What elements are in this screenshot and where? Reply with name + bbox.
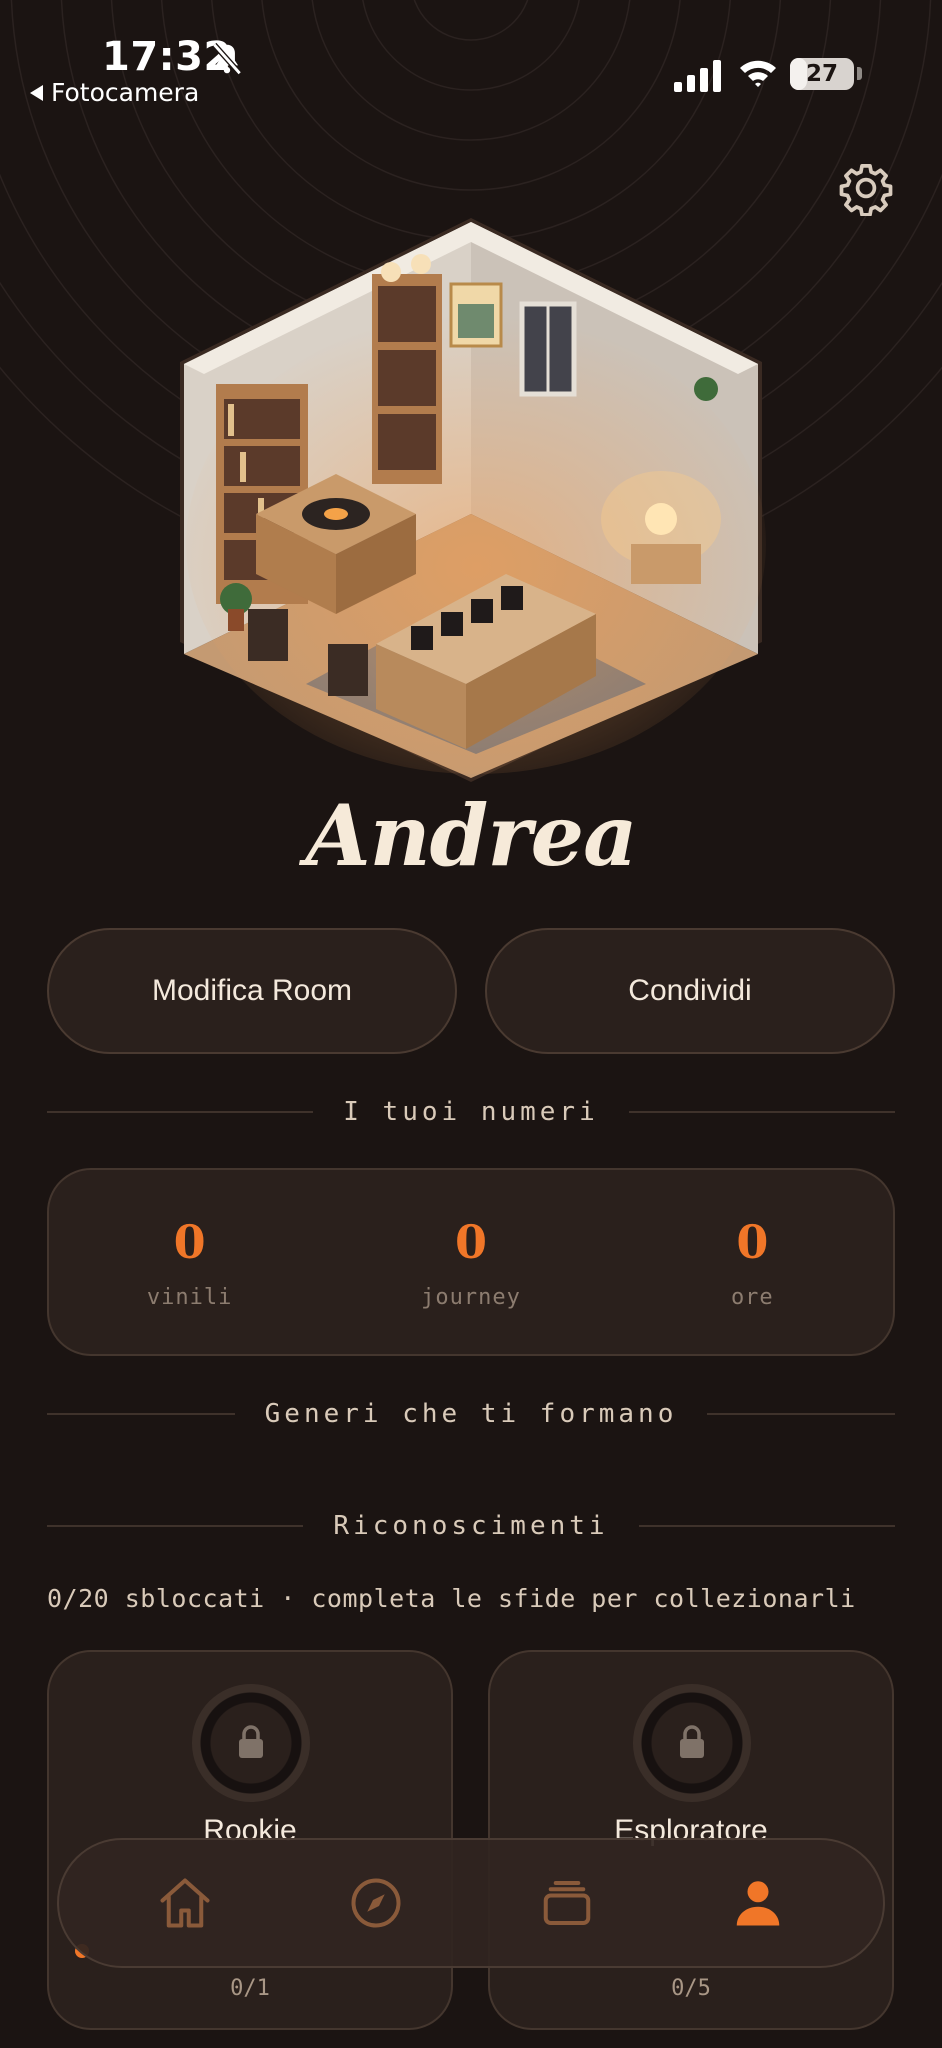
stat-hours: 0 ore	[612, 1170, 893, 1354]
genres-section-header: Generi che ti formano	[47, 1394, 896, 1434]
divider	[707, 1413, 896, 1415]
cellular-signal-icon	[674, 60, 721, 92]
edit-room-label: Modifica Room	[151, 974, 353, 1007]
bottom-navigation	[57, 1838, 885, 1968]
profile-name: Andrea	[305, 786, 637, 885]
vinyl-room-illustration[interactable]	[176, 214, 766, 784]
back-link-label: Fotocamera	[51, 78, 200, 107]
stat-value: 0	[454, 1214, 487, 1269]
badge-medal	[192, 1684, 310, 1802]
badge-progress: 0/1	[230, 1976, 270, 2001]
stat-journey: 0 journey	[330, 1170, 611, 1354]
nav-collection[interactable]	[527, 1863, 607, 1943]
share-label: Condividi	[628, 974, 752, 1007]
stats-card: 0 vinili 0 journey 0 ore	[47, 1168, 895, 1356]
stat-label: vinili	[146, 1284, 233, 1310]
divider	[47, 1525, 304, 1527]
compass-icon	[351, 1878, 400, 1928]
battery-level: 27	[805, 61, 838, 87]
stat-label: journey	[421, 1284, 521, 1310]
section-title: Riconoscimenti	[333, 1511, 609, 1541]
back-arrow-icon	[30, 84, 43, 101]
battery-fill	[790, 58, 808, 90]
lock-icon	[680, 1725, 704, 1758]
back-to-camera-link[interactable]: Fotocamera	[30, 78, 199, 107]
wifi-icon	[740, 60, 776, 87]
badges-section-header: Riconoscimenti	[47, 1506, 895, 1546]
profile-icon	[736, 1881, 779, 1926]
status-bar: 17:32 Fotocamera 27	[0, 0, 942, 120]
stat-label: ore	[730, 1284, 774, 1310]
section-title: Generi che ti formano	[264, 1399, 678, 1429]
badge-progress: 0/5	[671, 1976, 711, 2001]
bell-muted-icon	[212, 42, 242, 76]
battery-indicator: 27	[790, 58, 854, 90]
share-button[interactable]: Condividi	[485, 928, 895, 1054]
edit-room-button[interactable]: Modifica Room	[47, 928, 457, 1054]
lock-icon	[239, 1725, 263, 1758]
badges-progress-summary: 0/20 sbloccati · completa le sfide per c…	[47, 1584, 856, 1613]
battery-nub	[857, 67, 862, 80]
settings-gear-icon[interactable]	[838, 160, 894, 216]
nav-explore[interactable]	[336, 1863, 416, 1943]
divider	[47, 1413, 235, 1415]
section-title: I tuoi numeri	[343, 1097, 599, 1127]
collection-icon	[543, 1881, 590, 1925]
home-icon	[160, 1878, 209, 1928]
numbers-section-header: I tuoi numeri	[47, 1092, 895, 1132]
stat-value: 0	[173, 1214, 206, 1269]
divider	[628, 1111, 895, 1113]
nav-home[interactable]	[145, 1863, 225, 1943]
divider	[47, 1111, 314, 1113]
badge-medal	[633, 1684, 751, 1802]
stat-value: 0	[736, 1214, 769, 1269]
divider	[638, 1525, 895, 1527]
nav-profile[interactable]	[718, 1863, 798, 1943]
stat-vinyls: 0 vinili	[49, 1170, 330, 1354]
